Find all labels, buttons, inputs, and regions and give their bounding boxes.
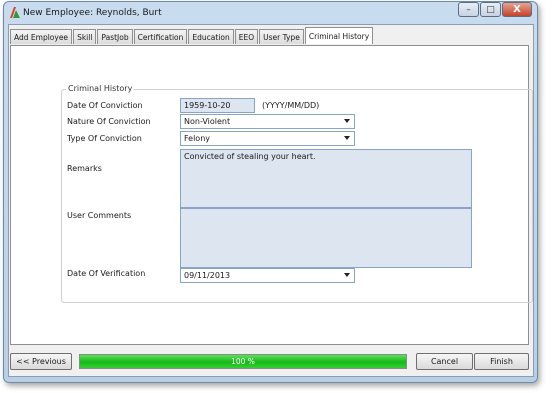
type-of-conviction-value: Felony	[184, 134, 211, 143]
tab-eeo[interactable]: EEO	[234, 29, 259, 44]
window-title: New Employee: Reynolds, Burt	[23, 8, 162, 18]
remarks-label: Remarks	[67, 164, 102, 173]
group-title: Criminal History	[66, 84, 135, 93]
previous-button[interactable]: << Previous	[10, 353, 72, 370]
date-of-verification-picker[interactable]: 09/11/2013	[180, 268, 355, 283]
tab-education[interactable]: Education	[188, 29, 234, 44]
tab-skill[interactable]: Skill	[73, 29, 97, 44]
close-icon: X	[513, 4, 521, 15]
tab-criminal-history[interactable]: Criminal History	[304, 27, 374, 44]
date-of-conviction-field[interactable]: 1959-10-20	[180, 98, 255, 113]
user-comments-textarea[interactable]	[180, 208, 472, 268]
date-format-hint: (YYYY/MM/DD)	[262, 101, 320, 110]
cancel-button[interactable]: Cancel	[416, 353, 473, 370]
close-button[interactable]: X	[502, 2, 532, 17]
nature-of-conviction-label: Nature Of Conviction	[67, 117, 151, 126]
maximize-icon: □	[486, 4, 495, 15]
type-of-conviction-label: Type Of Conviction	[67, 134, 142, 143]
minimize-button[interactable]: –	[458, 2, 479, 17]
chevron-down-icon	[344, 273, 350, 277]
tab-user-type[interactable]: User Type	[259, 29, 304, 44]
app-logo-icon	[9, 6, 21, 19]
minimize-icon: –	[466, 4, 471, 15]
tab-certification[interactable]: Certification	[133, 29, 188, 44]
chevron-down-icon	[344, 136, 350, 140]
progress-bar: 100 %	[79, 354, 407, 369]
remarks-textarea[interactable]: Convicted of stealing your heart.	[180, 149, 472, 208]
type-of-conviction-select[interactable]: Felony	[180, 131, 355, 146]
tab-add-employee[interactable]: Add Employee	[10, 29, 73, 44]
date-of-verification-value: 09/11/2013	[184, 271, 231, 280]
maximize-button[interactable]: □	[480, 2, 501, 17]
finish-button[interactable]: Finish	[474, 353, 529, 370]
user-comments-label: User Comments	[67, 211, 132, 220]
chevron-down-icon	[344, 119, 350, 123]
nature-of-conviction-value: Non-Violent	[184, 117, 231, 126]
progress-text: 100 %	[231, 357, 255, 366]
date-of-conviction-label: Date Of Conviction	[67, 101, 143, 110]
tab-pastjob[interactable]: PastJob	[97, 29, 133, 44]
nature-of-conviction-select[interactable]: Non-Violent	[180, 114, 355, 129]
date-of-verification-label: Date Of Verification	[67, 269, 146, 278]
tab-strip: Add Employee Skill PastJob Certification…	[10, 27, 374, 45]
